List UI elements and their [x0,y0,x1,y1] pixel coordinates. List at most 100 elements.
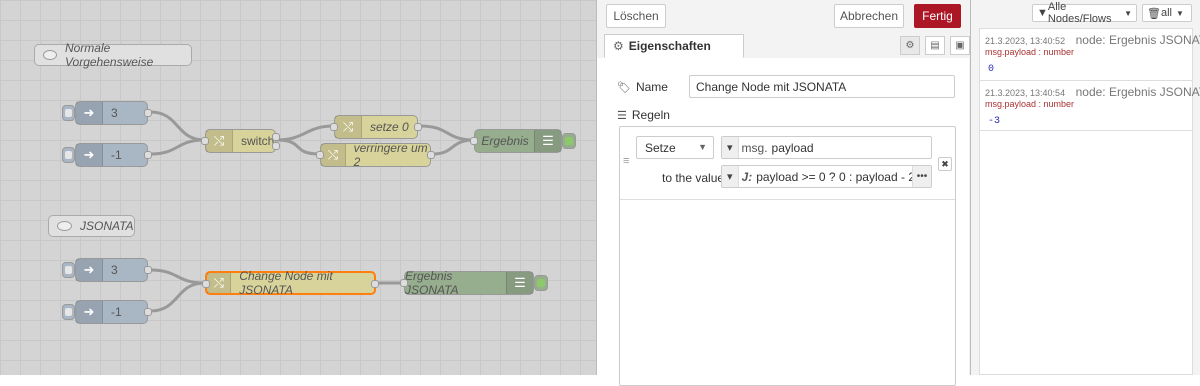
switch-node[interactable]: ⤭ switch [201,129,280,153]
input-port[interactable] [400,279,408,287]
output-port[interactable] [144,151,152,159]
debug-toggle[interactable] [534,275,548,291]
change-node-verringere[interactable]: ⤭ verringere um 2 [316,141,435,169]
edit-form: 🏷 Name Change Node mit JSONATA ☰ Regeln … [597,58,969,386]
cancel-button[interactable]: Abbrechen [834,4,904,28]
inject-button[interactable] [62,262,75,278]
message-time: 21.3.2023, 13:40:52 [985,36,1066,46]
name-input[interactable]: Change Node mit JSONATA [689,75,955,98]
comment-label: JSONATA [80,219,134,233]
node-label: 3 [111,106,118,120]
comment-icon [57,221,72,231]
output-port[interactable] [144,266,152,274]
inject-node-minus1-jsonata[interactable]: ➜ -1 [62,300,152,324]
node-label: Ergebnis JSONATA [405,269,459,297]
node-label: -1 [111,148,122,162]
node-label: 3 [111,263,118,277]
inject-button[interactable] [62,147,75,163]
chevron-down-icon: ▼ [1124,8,1132,18]
expression-value: payload >= 0 ? 0 : payload - 2 [756,169,915,184]
output-port[interactable] [272,142,280,150]
debug-node-ergebnis[interactable]: Ergebnis ☰ [470,129,576,153]
message-time: 21.3.2023, 13:40:54 [985,88,1066,98]
message-value: 0 [988,64,995,75]
inject-node-minus1[interactable]: ➜ -1 [62,143,152,167]
output-port[interactable] [371,280,379,288]
gear-icon: ⚙ [613,39,624,53]
rule-row: ≡ Setze ▼ ▾ msg. payload ✖ to the value … [620,127,955,200]
appearance-tab-icon[interactable]: ▣ [950,36,970,55]
to-value-label: to the value [662,171,725,185]
node-label: verringere um 2 [353,141,428,169]
filter-dropdown[interactable]: ▼ Alle Nodes/Flows ▼ [1032,1,1137,25]
rules-label: ☰ Regeln [617,108,670,122]
output-port[interactable] [144,308,152,316]
debug-node-ergebnis-jsonata[interactable]: Ergebnis JSONATA ☰ [400,269,548,297]
chevron-down-icon: ▼ [698,142,707,152]
inject-button[interactable] [62,304,75,320]
shuffle-icon: ⤭ [206,130,233,152]
comment-node-jsonata[interactable]: JSONATA [48,215,135,237]
tag-icon: 🏷 [617,81,631,94]
message-node[interactable]: node: Ergebnis JSONATA [1076,33,1200,47]
list-icon: ☰ [534,130,561,152]
rule-expression-input[interactable]: ▾ J: payload >= 0 ? 0 : payload - 2 ••• [721,165,932,188]
comment-node-normal[interactable]: Normale Vorgehensweise [34,41,192,69]
filter-icon: ▼ [1037,7,1048,19]
message-path: msg.payload : number [985,47,1075,57]
output-port[interactable] [427,151,435,159]
input-port[interactable] [201,137,209,145]
debug-message[interactable]: 21.3.2023, 13:40:52 node: Ergebnis JSONA… [980,29,1200,81]
node-label: Change Node mit JSONATA [239,269,333,297]
input-port[interactable] [316,151,324,159]
input-port[interactable] [330,123,338,131]
shuffle-icon: ⤭ [321,144,346,166]
input-port[interactable] [470,137,478,145]
node-label: switch [241,134,275,148]
message-node[interactable]: node: Ergebnis JSONATA [1076,85,1200,99]
trash-icon: 🗑 [1147,7,1161,20]
name-label: 🏷 Name [617,80,668,94]
rule-target-input[interactable]: ▾ msg. payload [721,136,932,159]
filter-label: Alle Nodes/Flows [1047,1,1112,25]
edit-dialog: Löschen Abbrechen Fertig ⚙ Eigenschaften… [596,0,970,386]
settings-tab-icon[interactable]: ⚙ [900,36,920,55]
comment-icon [43,50,57,60]
more-icon[interactable]: ••• [912,166,931,187]
input-port[interactable] [202,280,210,288]
node-label: Ergebnis [481,134,529,148]
rules-list: ≡ Setze ▼ ▾ msg. payload ✖ to the value … [619,126,956,386]
list-icon: ☰ [506,272,533,294]
tab-label: Eigenschaften [628,39,711,53]
flow-canvas[interactable]: Normale Vorgehensweise JSONATA ➜ 3 ➜ -1 … [0,0,596,375]
output-port[interactable] [414,123,422,131]
inject-node-3-jsonata[interactable]: ➜ 3 [62,258,152,282]
target-value: payload [771,140,814,155]
inject-node-3[interactable]: ➜ 3 [62,101,152,125]
debug-message-list: 21.3.2023, 13:40:52 node: Ergebnis JSONA… [979,28,1200,375]
change-node-jsonata[interactable]: ⤭ Change Node mit JSONATA [202,269,379,297]
chevron-down-icon: ▼ [1175,8,1184,18]
output-port[interactable] [144,109,152,117]
arrow-in-icon: ➜ [76,301,103,323]
change-node-setze[interactable]: ⤭ setze 0 [330,115,422,139]
output-port[interactable] [272,133,280,141]
debug-message[interactable]: 21.3.2023, 13:40:54 node: Ergebnis JSONA… [980,81,1200,131]
scope-dropdown[interactable]: 🗑 all ▼ [1142,4,1192,22]
rule-action-select[interactable]: Setze ▼ [636,136,714,159]
close-icon[interactable]: ✖ [938,157,952,171]
done-button[interactable]: Fertig [914,4,961,28]
description-tab-icon[interactable]: ▤ [925,36,945,55]
type-select[interactable]: ▾ [722,166,739,187]
tab-properties[interactable]: ⚙ Eigenschaften [604,34,744,58]
inject-button[interactable] [62,105,75,121]
drag-handle[interactable]: ≡ [623,156,631,167]
arrow-in-icon: ➜ [76,102,103,124]
select-value: Setze [645,140,676,155]
comment-label: Normale Vorgehensweise [64,41,154,69]
debug-toggle[interactable] [562,133,576,149]
list-icon: ☰ [617,109,627,122]
delete-button[interactable]: Löschen [606,4,666,28]
type-select[interactable]: ▾ [722,137,739,158]
node-label: -1 [111,305,122,319]
